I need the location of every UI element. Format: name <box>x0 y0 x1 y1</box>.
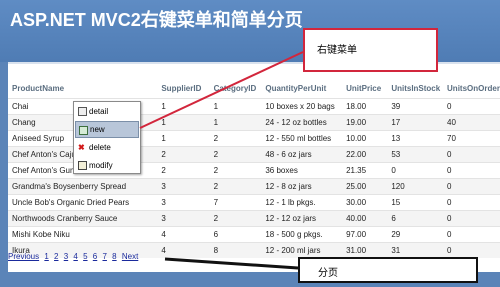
annotation-label: 分页 <box>318 268 338 279</box>
pager-pointer-line <box>164 257 299 270</box>
context-menu-annotation: 右键菜单 <box>303 28 438 72</box>
paging-annotation: 分页 <box>298 257 478 283</box>
context-menu-pointer-line <box>139 51 304 129</box>
annotation-label: 右键菜单 <box>317 45 357 56</box>
